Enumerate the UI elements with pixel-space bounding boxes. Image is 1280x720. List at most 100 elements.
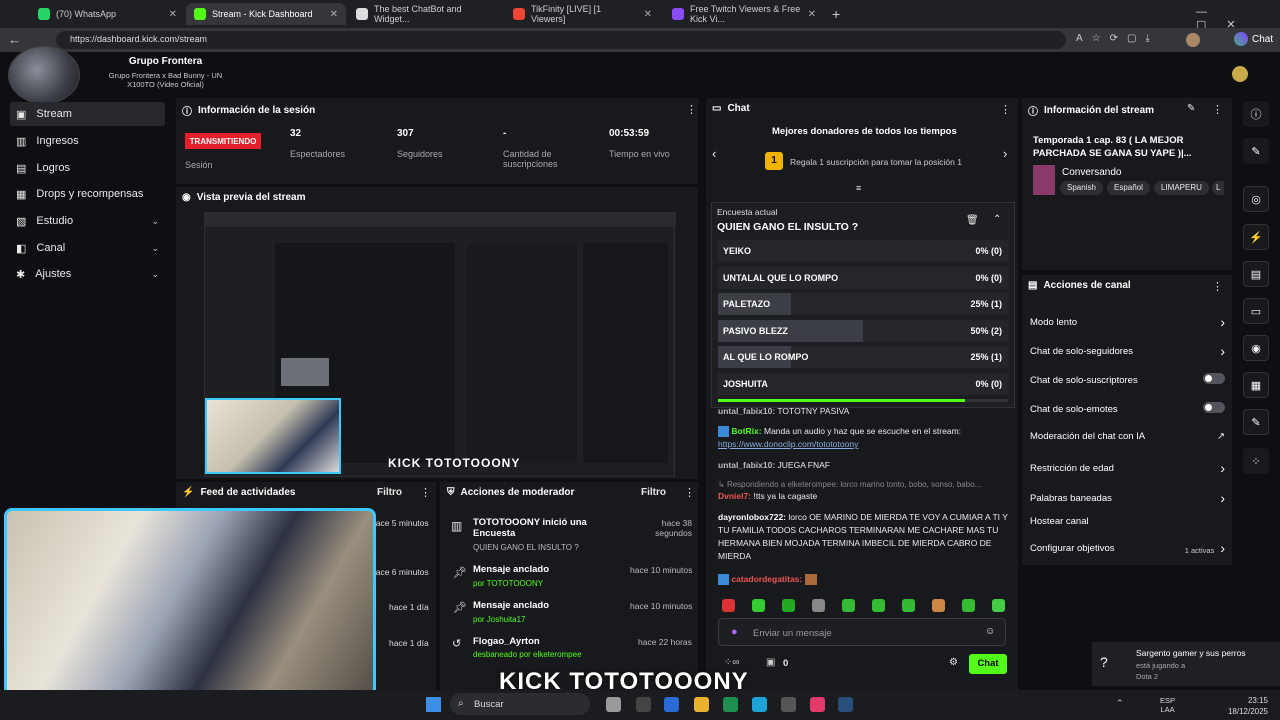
more-icon[interactable]: ⋮: [420, 486, 431, 499]
chat-username[interactable]: untal_fabix10:: [718, 460, 775, 470]
more-icon[interactable]: ⋮: [1212, 103, 1223, 116]
chat-input[interactable]: ● Enviar un mensaje ☺: [718, 618, 1006, 646]
chat-icon[interactable]: ▭: [1243, 298, 1269, 324]
close-icon[interactable]: ✕: [808, 9, 816, 20]
mod-filter-button[interactable]: Filtro: [641, 487, 666, 498]
tab-free-viewers[interactable]: Free Twitch Viewers & Free Kick Vi... ✕: [664, 3, 824, 25]
taskbar-search[interactable]: ⌕ Buscar: [450, 693, 590, 715]
edge-icon[interactable]: [752, 697, 767, 712]
app-icon[interactable]: [781, 697, 796, 712]
channel-action-row[interactable]: Restricción de edad ›: [1030, 460, 1225, 476]
new-tab-icon[interactable]: +: [832, 6, 840, 22]
emote-icon[interactable]: [752, 599, 765, 612]
url-field[interactable]: https://dashboard.kick.com/stream: [56, 31, 1066, 49]
taskview-icon[interactable]: [606, 697, 621, 712]
poll-option-percent: 0% (0): [975, 273, 1002, 283]
document-icon[interactable]: ▤: [1243, 261, 1269, 287]
chevron-up-icon[interactable]: ⌃: [993, 214, 1001, 225]
info-icon[interactable]: ⓘ: [1243, 101, 1269, 127]
channel-action-row[interactable]: Chat de solo-suscriptores: [1030, 373, 1225, 387]
gift-icon[interactable]: ▣: [766, 657, 775, 668]
emote-icon[interactable]: [962, 599, 975, 612]
tray-chevron-icon[interactable]: ⌃: [1116, 698, 1124, 709]
tab-kick-dashboard[interactable]: Stream - Kick Dashboard ✕: [186, 3, 346, 25]
more-icon[interactable]: ⋮: [1000, 103, 1011, 116]
chat-username[interactable]: untal_fabix10:: [718, 406, 775, 416]
wrench-icon[interactable]: ✎: [1243, 409, 1269, 435]
excel-icon[interactable]: [723, 697, 738, 712]
pencil-icon[interactable]: ✎: [1243, 138, 1269, 164]
close-icon[interactable]: ✕: [330, 9, 338, 20]
emote-icon[interactable]: [932, 599, 945, 612]
tab-whatsapp[interactable]: (70) WhatsApp ✕: [30, 3, 185, 25]
sidebar-item-ajustes[interactable]: ✱ Ajustes ⌄: [10, 262, 165, 286]
chat-button[interactable]: Chat: [1234, 32, 1273, 46]
target-icon[interactable]: ◎: [1243, 186, 1269, 212]
back-icon[interactable]: ←: [8, 32, 21, 47]
more-icon[interactable]: ⋮: [686, 103, 697, 116]
mic-icon[interactable]: ●: [731, 626, 738, 638]
bolt-icon[interactable]: ⚡: [1243, 224, 1269, 250]
mod-title: Acciones de moderador: [460, 487, 575, 498]
feed-filter-button[interactable]: Filtro: [377, 487, 402, 498]
layout-icon[interactable]: ▦: [1243, 372, 1269, 398]
emoji-icon[interactable]: ☺: [985, 626, 995, 637]
channel-action-row[interactable]: Chat de solo-seguidores ›: [1030, 343, 1225, 359]
emote-icon[interactable]: [902, 599, 915, 612]
channel-action-row[interactable]: Configurar objetivos 1 activas ›: [1030, 540, 1225, 556]
tab-chatbot[interactable]: The best ChatBot and Widget...: [348, 3, 503, 25]
emote-icon[interactable]: [842, 599, 855, 612]
collapse-icon[interactable]: ≡: [856, 183, 861, 193]
channel-action-row[interactable]: Hostear canal: [1030, 516, 1225, 527]
chat-username[interactable]: BotRix:: [731, 426, 761, 436]
chat-username[interactable]: dayronlobox722:: [718, 512, 786, 522]
channel-action-row[interactable]: Moderación del chat con IA ↗: [1030, 431, 1225, 442]
chat-username[interactable]: catadordegatitas:: [731, 574, 802, 584]
notification-toast[interactable]: ? Sargento gamer y sus perros está jugan…: [1092, 642, 1280, 686]
toolbar-icons[interactable]: A☆⟳▢⤓: [1076, 33, 1159, 44]
tab-tikfinity[interactable]: TikFinity [LIVE] [1 Viewers] ✕: [505, 3, 660, 25]
tiktok-icon[interactable]: [810, 697, 825, 712]
folder-icon[interactable]: [694, 697, 709, 712]
emote-icon[interactable]: [992, 599, 1005, 612]
close-icon[interactable]: ✕: [644, 9, 652, 20]
pencil-icon[interactable]: ✎: [1187, 103, 1195, 114]
emote-icon[interactable]: [782, 599, 795, 612]
toggle-switch[interactable]: [1203, 373, 1225, 384]
language-indicator[interactable]: ESP LAA: [1160, 696, 1175, 714]
stat-value: -: [503, 128, 507, 139]
channel-action-row[interactable]: Palabras baneadas ›: [1030, 490, 1225, 506]
more-icon[interactable]: ⋮: [1212, 280, 1223, 293]
app-icon[interactable]: [664, 697, 679, 712]
mod-row-time: hace 10 minutos: [630, 565, 693, 575]
sidebar-item-drops[interactable]: ▦ Drops y recompensas: [10, 182, 165, 206]
sidebar-item-estudio[interactable]: ▧ Estudio ⌄: [10, 209, 165, 233]
emote-icon[interactable]: [812, 599, 825, 612]
sidebar-item-canal[interactable]: ◧ Canal ⌄: [10, 236, 165, 260]
steam-icon[interactable]: [838, 697, 853, 712]
profile-avatar[interactable]: [1186, 33, 1200, 47]
channel-action-row[interactable]: Chat de solo-emotes: [1030, 402, 1225, 416]
more-icon[interactable]: ⋮: [684, 486, 695, 499]
sidebar-item-logros[interactable]: ▤ Logros: [10, 156, 165, 180]
gear-icon[interactable]: ⚙: [949, 657, 958, 668]
users-icon[interactable]: ⁘∞: [724, 657, 740, 668]
chevron-left-icon[interactable]: ‹: [712, 146, 716, 161]
apps-icon[interactable]: ⁘: [1243, 448, 1269, 474]
sidebar-item-ingresos[interactable]: ▥ Ingresos: [10, 129, 165, 153]
chat-send-button[interactable]: Chat: [969, 654, 1007, 674]
emote-icon[interactable]: [872, 599, 885, 612]
close-icon[interactable]: ✕: [169, 9, 177, 20]
toggle-switch[interactable]: [1203, 402, 1225, 413]
trash-icon[interactable]: 🗑︎: [966, 215, 979, 226]
broadcast-icon[interactable]: ◉: [1243, 335, 1269, 361]
chevron-right-icon[interactable]: ›: [1003, 146, 1007, 161]
emote-icon[interactable]: [722, 599, 735, 612]
chat-link[interactable]: https://www.donoclip.com/totototoony: [718, 439, 858, 449]
chat-username[interactable]: Dvniel7:: [718, 491, 751, 501]
channel-action-row[interactable]: Modo lento ›: [1030, 314, 1225, 330]
windows-start-icon[interactable]: [426, 697, 441, 712]
app-icon[interactable]: [636, 697, 651, 712]
user-avatar[interactable]: [1232, 66, 1248, 82]
sidebar-item-stream[interactable]: ▣ Stream: [10, 102, 165, 126]
